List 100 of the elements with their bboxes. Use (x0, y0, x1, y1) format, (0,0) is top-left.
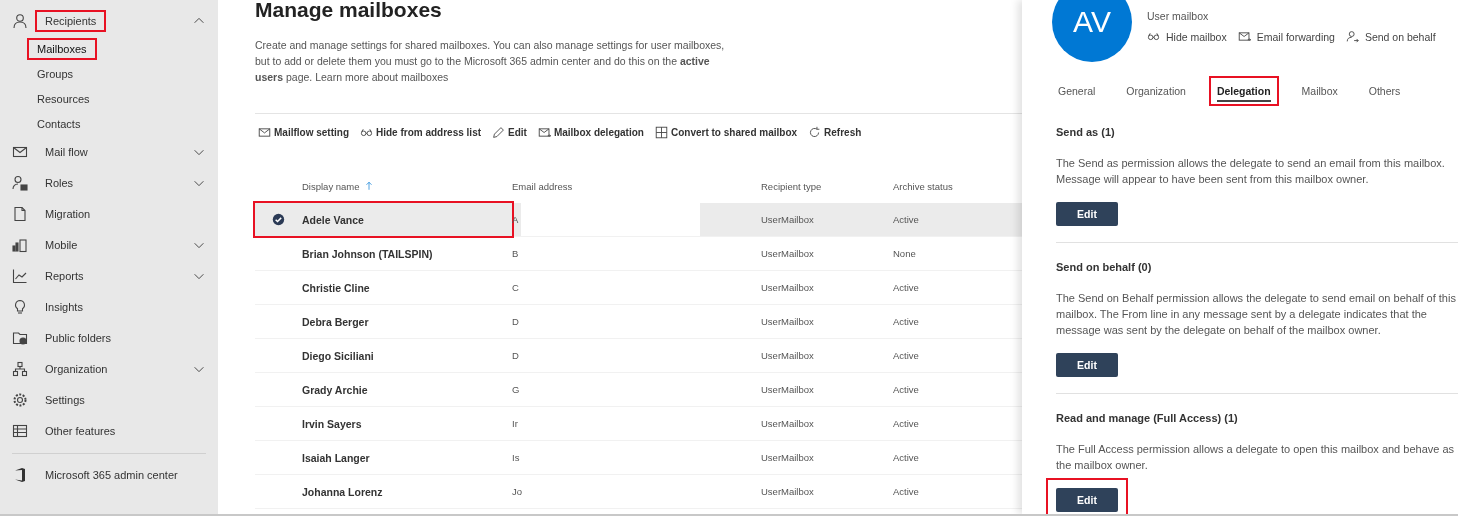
table-cell-text: UserMailbox (761, 384, 815, 395)
table-cell-text: Active (893, 418, 920, 429)
table-row[interactable]: Isaiah Langer Is UserMailbox Active (255, 441, 1022, 475)
edit-button[interactable]: Edit (1056, 488, 1118, 512)
table-cell-text: G (512, 384, 521, 395)
nav-item[interactable]: Roles (37, 173, 82, 192)
table-cell-text: UserMailbox (761, 214, 815, 225)
table-cell-text: B (512, 248, 520, 259)
table-cell-text: UserMailbox (761, 486, 815, 497)
tab[interactable]: Others (1360, 76, 1409, 106)
table-row[interactable]: Christie Cline C UserMailbox Active (255, 271, 1022, 305)
column-header[interactable]: Archive status (893, 180, 953, 192)
table-cell-text: Active (893, 282, 920, 293)
table-cell-text: Active (893, 316, 920, 327)
toolbar-button[interactable]: Mailflow setting (258, 125, 349, 139)
nav-item[interactable]: Mail flow (37, 142, 96, 161)
action-link[interactable]: Hide mailbox (1166, 30, 1227, 43)
nav-subitem[interactable]: Groups (29, 64, 82, 83)
tab[interactable]: Organization (1118, 76, 1194, 106)
pencil-icon (492, 125, 506, 139)
column-header[interactable]: Email address (512, 180, 573, 192)
nav-item[interactable]: Migration (37, 204, 99, 223)
line-chart-icon (12, 267, 28, 284)
document-icon (12, 205, 28, 222)
table-cell-text: Debra Berger (302, 315, 370, 328)
table-row[interactable]: Irvin Sayers Ir UserMailbox Active (255, 407, 1022, 441)
tab[interactable]: Mailbox (1293, 76, 1346, 106)
glasses-icon (1147, 30, 1160, 43)
chart-phone-icon (12, 236, 28, 253)
toolbar-button[interactable]: Hide from address list (360, 125, 482, 139)
table-row[interactable]: Grady Archie G UserMailbox Active (255, 373, 1022, 407)
nav-subitem[interactable]: Mailboxes (29, 39, 95, 58)
lightbulb-icon (12, 298, 28, 315)
toolbar-button[interactable]: Convert to shared mailbox (654, 125, 798, 139)
tab[interactable]: Delegation (1208, 76, 1279, 106)
column-header[interactable]: Recipient type (761, 180, 822, 192)
table-cell-text: Active (893, 350, 920, 361)
action-link[interactable]: Send on behalf (1364, 30, 1436, 43)
nav-item[interactable]: Public folders (37, 328, 120, 347)
table-cell-text: Adele Vance (302, 213, 365, 226)
section-title: Send on behalf (0) (1056, 260, 1153, 275)
table-cell-text: Ir (512, 418, 519, 429)
tab[interactable]: General (1050, 76, 1104, 106)
nav-subitem[interactable]: Resources (29, 89, 98, 108)
settings-icon (12, 391, 28, 408)
table-icon (12, 422, 28, 439)
nav-item[interactable]: Other features (37, 421, 124, 440)
section-title: Send as (1) (1056, 125, 1116, 140)
table-cell-text: Diego Siciliani (302, 349, 375, 362)
table-cell-text: Brian Johnson (TAILSPIN) (302, 247, 434, 260)
table-row[interactable]: Brian Johnson (TAILSPIN) B UserMailbox None (255, 237, 1022, 271)
table-cell-text: C (512, 282, 520, 293)
table-row[interactable]: Debra Berger D UserMailbox Active (255, 305, 1022, 339)
table-row[interactable]: Johanna Lorenz Jo UserMailbox Active (255, 475, 1022, 509)
mail-icon (1237, 30, 1251, 43)
nav-item[interactable]: Insights (37, 297, 91, 316)
table-cell-text: UserMailbox (761, 248, 815, 259)
nav-item[interactable]: Mobile (37, 235, 86, 254)
nav-item[interactable]: Settings (37, 390, 93, 409)
table-cell-text: Grady Archie (302, 383, 369, 396)
folder-icon (12, 329, 28, 346)
table-cell-text: UserMailbox (761, 452, 815, 463)
table-cell-text: None (893, 248, 917, 259)
table-cell-text: Isaiah Langer (302, 451, 371, 464)
toolbar-button[interactable]: Refresh (808, 125, 862, 139)
table-row[interactable]: Diego Siciliani D UserMailbox Active (255, 339, 1022, 373)
nav-item[interactable]: Organization (37, 359, 116, 378)
table-cell-text: Christie Cline (302, 281, 371, 294)
section-description: The Full Access permission allows a delegate to open this mailbox and behave as the mailbox owner. (1056, 442, 1456, 473)
refresh-icon (808, 125, 822, 139)
check-circle-icon[interactable] (272, 213, 285, 226)
person-lock-icon (12, 174, 28, 191)
nav-subitem[interactable]: Contacts (29, 114, 89, 133)
mail-icon (258, 125, 271, 139)
person-icon (1345, 30, 1359, 43)
table-cell-text: UserMailbox (761, 316, 815, 327)
table-cell-text: Active (893, 384, 920, 395)
section-description: The Send as permission allows the delegate to send an email from this mailbox. Message will appear to have been sent from this mailbox owner. (1056, 156, 1446, 187)
layout-icon (654, 125, 668, 139)
table-cell-text: Irvin Sayers (302, 417, 363, 430)
avatar: AV (1052, 0, 1132, 62)
table-cell-text: D (512, 316, 520, 327)
mailbox-type: User mailbox (1147, 10, 1210, 22)
table-cell-text: Is (512, 452, 521, 463)
action-link[interactable]: Email forwarding (1256, 30, 1335, 43)
section-description: The Send on Behalf permission allows the delegate to send email on behalf of this mailbox. The From line in any message sent by a delegate indicates that the message was sent by the delegate on behalf of the mailbox owner. (1056, 291, 1457, 338)
hierarchy-icon (12, 360, 28, 377)
table-cell-text: Active (893, 214, 920, 225)
column-header[interactable]: Display name (302, 180, 360, 192)
table-cell-text: D (512, 350, 520, 361)
table-cell-text: Jo (512, 486, 524, 497)
toolbar-button[interactable]: Mailbox delegation (537, 125, 644, 139)
admin-center-link[interactable]: Microsoft 365 admin center (37, 465, 186, 484)
nav-item[interactable]: Recipients (37, 11, 105, 30)
edit-button[interactable]: Edit (1056, 353, 1118, 377)
edit-button[interactable]: Edit (1056, 202, 1118, 226)
person-icon (12, 12, 28, 29)
nav-item[interactable]: Reports (37, 266, 92, 285)
toolbar-button[interactable]: Edit (492, 125, 527, 139)
table-cell-text: UserMailbox (761, 350, 815, 361)
